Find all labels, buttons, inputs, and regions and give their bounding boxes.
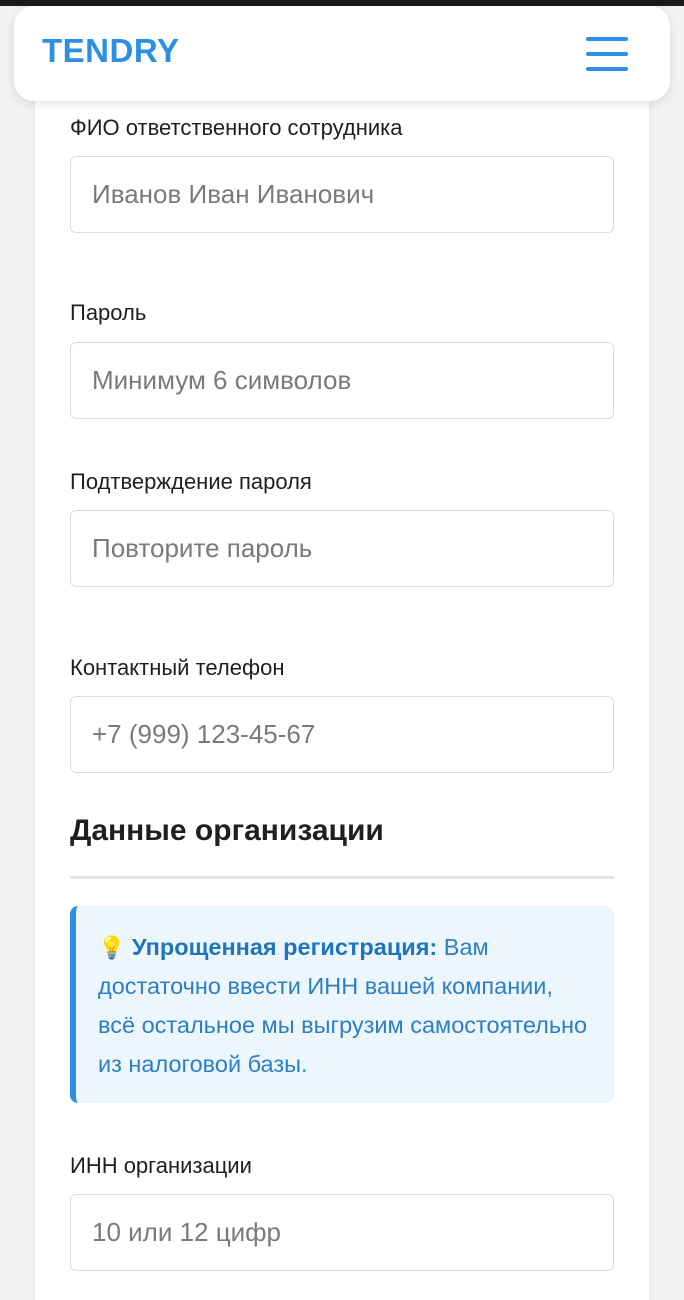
organization-section-title: Данные организации (70, 814, 384, 847)
header: TENDRY (14, 6, 670, 101)
password-label: Пароль (70, 300, 147, 325)
password-input[interactable] (70, 342, 614, 419)
lightbulb-icon: 💡 (98, 935, 126, 960)
phone-input[interactable] (70, 696, 614, 773)
notice-bold-text: Упрощенная регистрация: (131, 934, 438, 960)
fio-input[interactable] (70, 156, 614, 233)
inn-label: ИНН организации (70, 1153, 252, 1178)
password-confirm-label: Подтверждение пароля (70, 469, 312, 494)
fio-label: ФИО ответственного сотрудника (70, 115, 403, 140)
section-divider (70, 876, 614, 879)
phone-label: Контактный телефон (70, 655, 285, 680)
simplified-registration-notice: 💡 Упрощенная регистрация: Вам достаточно… (70, 906, 614, 1103)
inn-input[interactable] (70, 1194, 614, 1271)
logo[interactable]: TENDRY (42, 32, 179, 70)
password-confirm-input[interactable] (70, 510, 614, 587)
hamburger-menu-icon[interactable] (584, 32, 630, 78)
